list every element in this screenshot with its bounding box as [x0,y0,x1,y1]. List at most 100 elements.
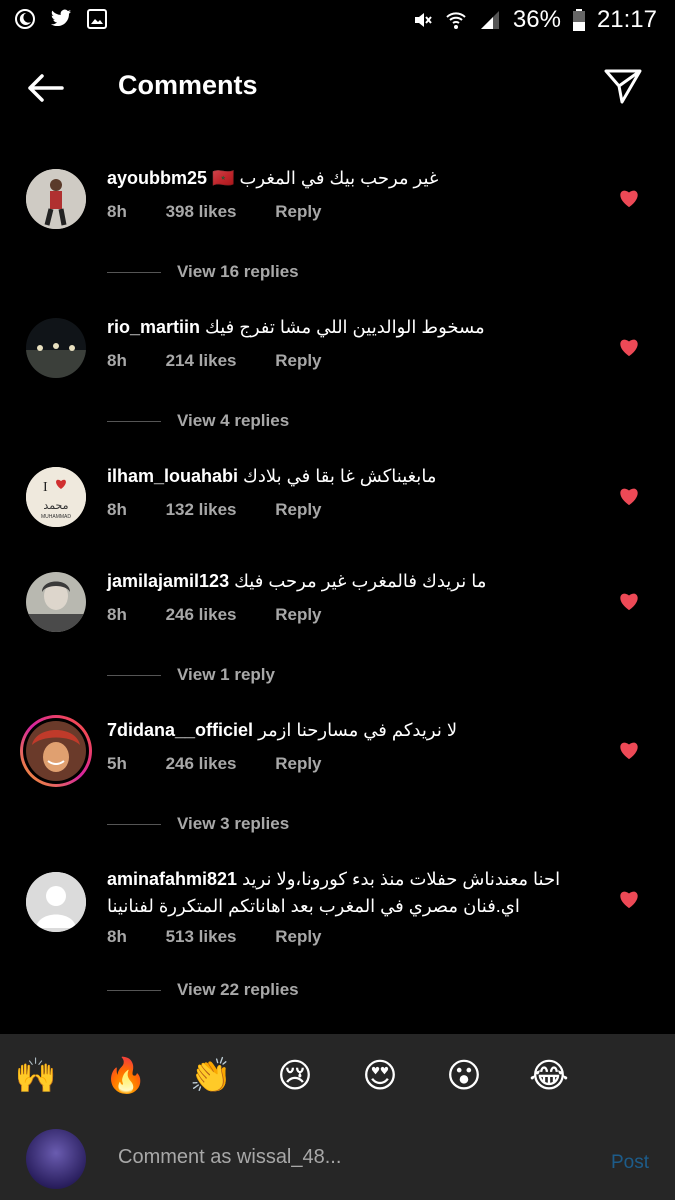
comment-username[interactable]: rio_martiin [107,317,200,337]
wifi-icon [446,12,466,29]
avatar[interactable]: I محمد MUHAMMAD [26,467,86,527]
heart-icon[interactable] [618,591,640,611]
comment-likes[interactable]: 398 likes [166,202,237,221]
reply-button[interactable]: Reply [275,500,321,519]
divider [107,989,161,991]
reply-button[interactable]: Reply [275,754,321,773]
heart-icon[interactable] [618,188,640,208]
view-replies-label: View 4 replies [177,411,290,430]
comment-meta: 8h 214 likes Reply [107,351,356,371]
status-bar: 36% 21:17 [0,0,675,40]
avatar-logo-letter: I [43,480,48,495]
heart-icon[interactable] [618,486,640,506]
view-replies-label: View 1 reply [177,665,275,684]
battery-icon [572,9,585,31]
comment-likes[interactable]: 246 likes [166,754,237,773]
comment-meta: 8h 246 likes Reply [107,605,356,625]
emoji-surprised[interactable]: 😮 [442,1054,486,1098]
comment-meta: 8h 513 likes Reply [107,927,356,947]
avatar-image [26,169,86,229]
view-replies[interactable]: View 22 replies [107,980,299,1000]
comment-age: 5h [107,754,127,773]
avatar-image [26,572,86,632]
comment-body: ما نريدك فالمغرب غير مرحب فيك [234,571,487,591]
view-replies[interactable]: View 16 replies [107,262,299,282]
divider [107,420,161,422]
paper-plane-icon[interactable] [603,66,643,106]
comment-input[interactable]: Comment as wissal_48... [118,1146,578,1169]
reply-button[interactable]: Reply [275,605,321,624]
comment-composer: 🙌 🔥 👏 😢 😍 😮 😂 Comment as wissal_48... Po… [0,1034,675,1200]
view-replies-label: View 3 replies [177,814,290,833]
avatar-logo-arabic: محمد [43,499,68,512]
page-title: Comments [118,70,258,100]
gallery-icon [87,9,107,29]
default-avatar-icon [26,872,86,932]
comment-age: 8h [107,202,127,221]
divider [107,674,161,676]
heart-icon[interactable] [618,740,640,760]
comment-likes[interactable]: 132 likes [166,500,237,519]
comment-username[interactable]: jamilajamil123 [107,571,229,591]
clock: 21:17 [596,6,657,33]
comment-meta: 5h 246 likes Reply [107,754,356,774]
view-replies[interactable]: View 3 replies [107,814,289,834]
view-replies[interactable]: View 4 replies [107,411,289,431]
comment-username[interactable]: aminafahmi821 [107,869,237,889]
comment-age: 8h [107,351,127,370]
signal-icon [480,11,499,29]
reply-button[interactable]: Reply [275,927,321,946]
reply-button[interactable]: Reply [275,202,321,221]
emoji-crying[interactable]: 😢 [273,1054,317,1098]
arrow-left-icon[interactable] [24,68,68,108]
comment-text: ayoubbm25 غير مرحب بيك في المغرب 🇲🇦 [107,165,585,192]
emoji-heart-eyes[interactable]: 😍 [358,1054,402,1098]
emoji-laughing[interactable]: 😂 [527,1054,571,1098]
heart-icon[interactable] [618,889,640,909]
comment-text: aminafahmi821 احنا معندناش حفلات منذ بدء… [107,866,595,920]
comment-age: 8h [107,500,127,519]
comment-body: غير مرحب بيك في المغرب 🇲🇦 [212,168,439,188]
comment-meta: 8h 398 likes Reply [107,202,356,222]
avatar[interactable] [26,318,86,378]
comment-body: مسخوط الوالديين اللي مشا تفرج فيك [205,317,485,337]
comment-text: rio_martiin مسخوط الوالديين اللي مشا تفر… [107,314,585,341]
emoji-fire[interactable]: 🔥 [104,1054,148,1098]
avatar-logo-name: MUHAMMAD [41,514,71,520]
mute-icon [414,13,432,27]
avatar-image [26,318,86,378]
avatar[interactable] [26,872,86,932]
emoji-clapping[interactable]: 👏 [189,1054,233,1098]
comment-likes[interactable]: 513 likes [166,927,237,946]
comment-body: لا نريدكم في مسارحنا ازمر [258,720,458,740]
comment-username[interactable]: 7didana__officiel [107,720,253,740]
avatar-image [23,718,89,784]
comment-text: ilham_louahabi مابغيناكش غا بقا في بلادك [107,463,585,490]
comment-likes[interactable]: 214 likes [166,351,237,370]
view-replies[interactable]: View 1 reply [107,665,275,685]
avatar-image: I محمد MUHAMMAD [26,467,86,527]
view-replies-label: View 22 replies [177,980,299,999]
divider [107,823,161,825]
emoji-raised-hands[interactable]: 🙌 [14,1054,58,1098]
avatar[interactable] [26,169,86,229]
heart-icon[interactable] [618,337,640,357]
reply-button[interactable]: Reply [275,351,321,370]
comment-likes[interactable]: 246 likes [166,605,237,624]
twitter-icon [50,9,72,27]
avatar[interactable] [26,572,86,632]
comment-body: مابغيناكش غا بقا في بلادك [243,466,437,486]
comment-age: 8h [107,927,127,946]
comment-username[interactable]: ilham_louahabi [107,466,238,486]
battery-percent: 36% [512,6,561,33]
comment-age: 8h [107,605,127,624]
comment-username[interactable]: ayoubbm25 [107,168,207,188]
comment-meta: 8h 132 likes Reply [107,500,356,520]
view-replies-label: View 16 replies [177,262,299,281]
header: Comments [0,50,675,125]
comment-text: jamilajamil123 ما نريدك فالمغرب غير مرحب… [107,568,585,595]
moon-icon [15,9,35,29]
post-button[interactable]: Post [611,1152,649,1174]
avatar-story-ring[interactable] [20,715,92,787]
comment-text: 7didana__officiel لا نريدكم في مسارحنا ا… [107,717,585,744]
